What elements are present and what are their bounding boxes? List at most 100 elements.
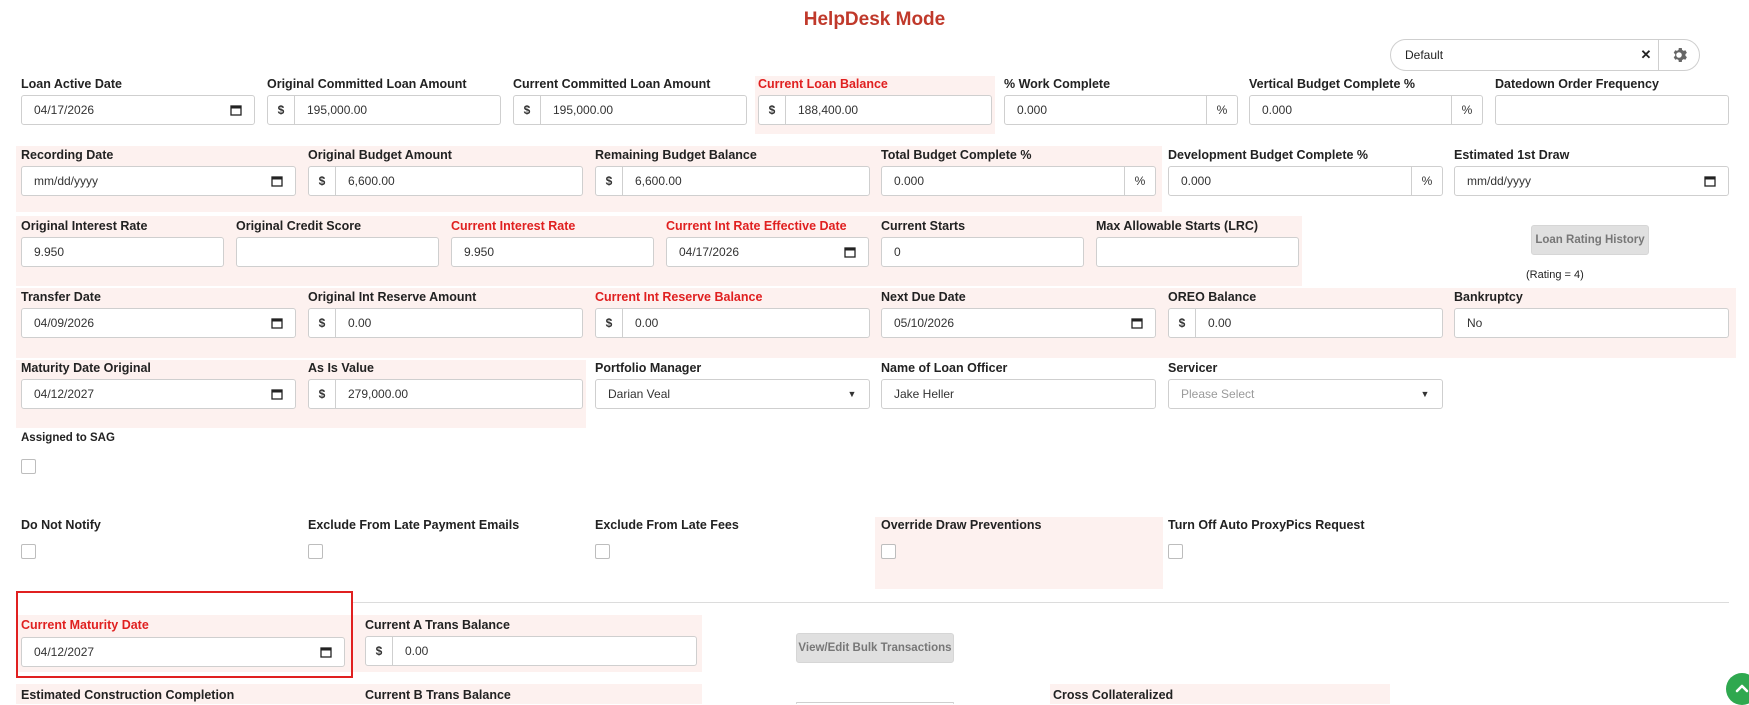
remaining-budget-balance-input[interactable]: $ 6,600.00 [595,166,870,196]
assigned-to-sag-checkbox[interactable] [21,459,36,474]
loan-active-date-value: 04/17/2026 [34,103,95,117]
vertical-budget-complete-value: 0.000 [1262,103,1293,117]
current-int-rate-effective-date-input[interactable]: 04/17/2026 [666,237,869,267]
original-interest-rate-input[interactable]: 9.950 [21,237,224,267]
current-loan-balance-input[interactable]: $ 188,400.00 [758,95,992,125]
current-committed-loan-amount-value: 195,000.00 [553,103,614,117]
remaining-budget-balance-label: Remaining Budget Balance [595,148,757,162]
oreo-balance-label: OREO Balance [1168,290,1257,304]
current-int-rate-effective-date-value: 04/17/2026 [679,245,740,259]
caret-down-icon: ▼ [847,389,857,399]
transfer-date-input[interactable]: 04/09/2026 [21,308,296,338]
vertical-budget-complete-input[interactable]: 0.000 % [1249,95,1483,125]
calendar-icon[interactable] [842,238,858,266]
current-a-trans-balance-value: 0.00 [405,644,429,658]
loan-rating-history-button[interactable]: Loan Rating History [1531,225,1649,255]
percent-suffix: % [1124,167,1155,195]
focus-highlight-box [16,591,353,678]
current-committed-loan-amount-input[interactable]: $ 195,000.00 [513,95,747,125]
total-budget-complete-input[interactable]: 0.000 % [881,166,1156,196]
calendar-icon[interactable] [269,380,285,408]
percent-suffix: % [1411,167,1442,195]
development-budget-complete-input[interactable]: 0.000 % [1168,166,1443,196]
original-committed-loan-amount-input[interactable]: $ 195,000.00 [267,95,501,125]
override-draw-preventions-checkbox[interactable] [881,544,896,559]
as-is-value-input[interactable]: $ 279,000.00 [308,379,583,409]
exclude-late-payment-emails-checkbox[interactable] [308,544,323,559]
percent-suffix: % [1206,96,1237,124]
exclude-late-fees-checkbox[interactable] [595,544,610,559]
as-is-value-label: As Is Value [308,361,375,375]
original-budget-amount-label: Original Budget Amount [308,148,452,162]
original-budget-amount-value: 6,600.00 [348,174,395,188]
work-complete-input[interactable]: 0.000 % [1004,95,1238,125]
currency-prefix: $ [596,167,623,195]
total-budget-complete-label: Total Budget Complete % [881,148,1032,162]
calendar-icon[interactable] [1129,309,1145,337]
servicer-label: Servicer [1168,361,1218,375]
datedown-order-frequency-label: Datedown Order Frequency [1495,77,1659,91]
original-committed-loan-amount-label: Original Committed Loan Amount [267,77,467,91]
as-is-value-value: 279,000.00 [348,387,409,401]
work-complete-value: 0.000 [1017,103,1048,117]
loan-active-date-input[interactable]: 04/17/2026 [21,95,255,125]
datedown-order-frequency-input[interactable] [1495,95,1729,125]
currency-prefix: $ [309,380,336,408]
current-a-trans-balance-input[interactable]: $ 0.00 [365,636,697,666]
current-int-reserve-balance-input[interactable]: $ 0.00 [595,308,870,338]
calendar-icon[interactable] [228,96,244,124]
current-interest-rate-input[interactable]: 9.950 [451,237,654,267]
calendar-icon[interactable] [269,167,285,195]
development-budget-complete-value: 0.000 [1181,174,1212,188]
max-allowable-starts-input[interactable] [1096,237,1299,267]
scroll-to-top-button[interactable] [1726,673,1749,705]
current-interest-rate-label: Current Interest Rate [451,219,576,233]
clear-icon[interactable]: ✕ [1634,47,1658,63]
turn-off-auto-proxypics-label: Turn Off Auto ProxyPics Request [1168,518,1365,532]
maturity-date-original-label: Maturity Date Original [21,361,151,375]
servicer-select[interactable]: Please Select ▼ [1168,379,1443,409]
max-allowable-starts-label: Max Allowable Starts (LRC) [1096,219,1259,233]
portfolio-manager-select[interactable]: Darian Veal ▼ [595,379,870,409]
override-draw-preventions-label: Override Draw Preventions [881,518,1042,532]
name-of-loan-officer-value: Jake Heller [894,387,955,401]
section-divider [353,602,1729,603]
maturity-date-original-value: 04/12/2027 [34,387,95,401]
next-due-date-input[interactable]: 05/10/2026 [881,308,1156,338]
original-int-reserve-amount-value: 0.00 [348,316,372,330]
original-int-reserve-amount-label: Original Int Reserve Amount [308,290,477,304]
current-b-trans-balance-label: Current B Trans Balance [365,688,511,702]
do-not-notify-label: Do Not Notify [21,518,101,532]
bankruptcy-label: Bankruptcy [1454,290,1523,304]
servicer-placeholder: Please Select [1181,387,1255,401]
recording-date-input[interactable]: mm/dd/yyyy [21,166,296,196]
calendar-icon[interactable] [269,309,285,337]
current-starts-value: 0 [894,245,901,259]
estimated-first-draw-label: Estimated 1st Draw [1454,148,1570,162]
oreo-balance-input[interactable]: $ 0.00 [1168,308,1443,338]
estimated-first-draw-input[interactable]: mm/dd/yyyy [1454,166,1729,196]
gear-icon[interactable] [1658,40,1699,70]
original-credit-score-label: Original Credit Score [236,219,362,233]
original-committed-loan-amount-value: 195,000.00 [307,103,368,117]
bankruptcy-input[interactable]: No [1454,308,1729,338]
original-budget-amount-input[interactable]: $ 6,600.00 [308,166,583,196]
recording-date-label: Recording Date [21,148,114,162]
calendar-icon[interactable] [1702,167,1718,195]
do-not-notify-checkbox[interactable] [21,544,36,559]
exclude-late-payment-emails-label: Exclude From Late Payment Emails [308,518,520,532]
profile-select-value: Default [1405,48,1444,62]
original-interest-rate-label: Original Interest Rate [21,219,148,233]
current-loan-balance-value: 188,400.00 [798,103,859,117]
view-edit-bulk-transactions-button[interactable]: View/Edit Bulk Transactions [796,633,954,663]
bankruptcy-value: No [1467,316,1483,330]
turn-off-auto-proxypics-checkbox[interactable] [1168,544,1183,559]
original-credit-score-input[interactable] [236,237,439,267]
current-starts-input[interactable]: 0 [881,237,1084,267]
profile-select[interactable]: Default ✕ [1390,39,1700,71]
total-budget-complete-value: 0.000 [894,174,925,188]
maturity-date-original-input[interactable]: 04/12/2027 [21,379,296,409]
currency-prefix: $ [268,96,295,124]
original-int-reserve-amount-input[interactable]: $ 0.00 [308,308,583,338]
name-of-loan-officer-input[interactable]: Jake Heller [881,379,1156,409]
